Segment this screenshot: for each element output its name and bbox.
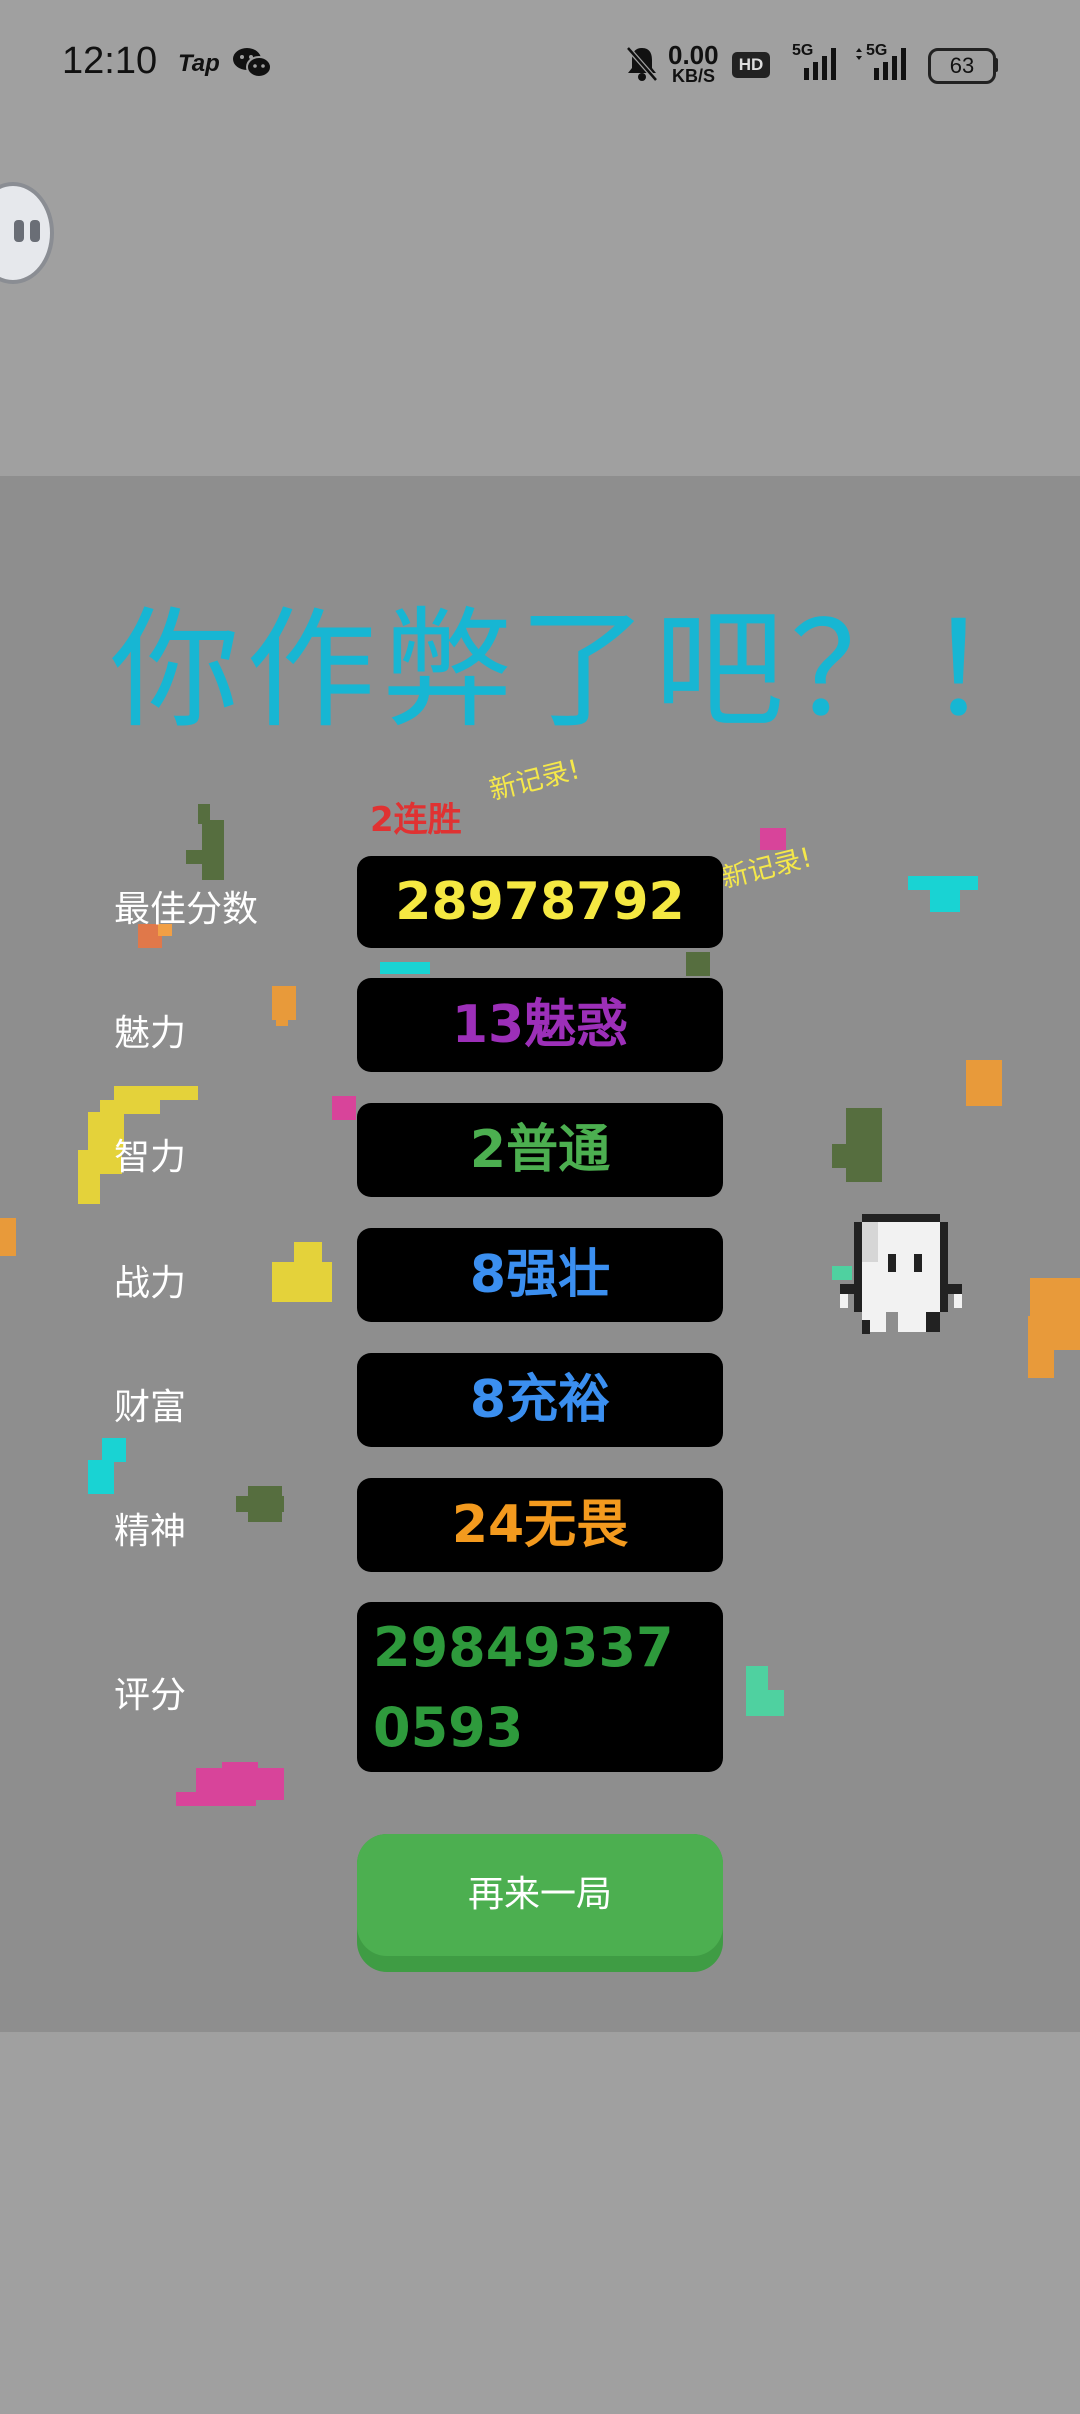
score-label: 评分 xyxy=(114,1675,187,1716)
wechat-icon xyxy=(233,48,272,78)
play-again-button[interactable]: 再来一局 xyxy=(357,1834,723,1972)
battery-icon: 63 xyxy=(928,48,996,84)
signal-bars-icon xyxy=(856,48,906,80)
assistant-eye-icon xyxy=(14,220,24,242)
stat-label-intelligence: 智力 xyxy=(114,1137,187,1178)
stat-label-charm: 魅力 xyxy=(114,1013,187,1054)
signal-5g-1: 5G xyxy=(792,42,836,80)
bell-muted-icon xyxy=(626,46,658,82)
status-time: 12:10 xyxy=(62,40,158,82)
win-streak-label: 2连胜 xyxy=(370,800,462,840)
hd-voice-badge: HD xyxy=(732,52,770,78)
stat-value-wealth: 8充裕 xyxy=(357,1353,723,1447)
stat-label-spirit: 精神 xyxy=(114,1511,187,1552)
net-speed-unit: KB/S xyxy=(672,66,716,86)
status-bar: 12:10 Tap 0.00 KB/S HD 5G 5G 63 xyxy=(0,0,1080,130)
stat-label-best-score: 最佳分数 xyxy=(114,889,259,930)
stat-value-spirit: 24无畏 xyxy=(357,1478,723,1572)
assistant-eye-icon xyxy=(30,220,40,242)
pixel-character-sprite xyxy=(840,1214,962,1334)
headline-title: 你作弊了吧？！ xyxy=(110,594,1063,746)
stat-value-strength: 8强壮 xyxy=(357,1228,723,1322)
battery-tip xyxy=(994,58,998,72)
stat-value-charm: 13魅惑 xyxy=(357,978,723,1072)
signal-bars-icon xyxy=(804,48,836,80)
stat-label-wealth: 财富 xyxy=(114,1387,187,1428)
signal-5g-2: 5G xyxy=(852,42,906,80)
score-value: 298493370593 xyxy=(357,1602,723,1772)
stat-value-best-score: 28978792 xyxy=(357,856,723,948)
tap-app-icon: Tap xyxy=(178,50,220,77)
floating-assistant-ball[interactable] xyxy=(0,182,54,284)
stat-label-strength: 战力 xyxy=(114,1263,187,1304)
stat-value-intelligence: 2普通 xyxy=(357,1103,723,1197)
play-again-label: 再来一局 xyxy=(357,1834,723,1956)
